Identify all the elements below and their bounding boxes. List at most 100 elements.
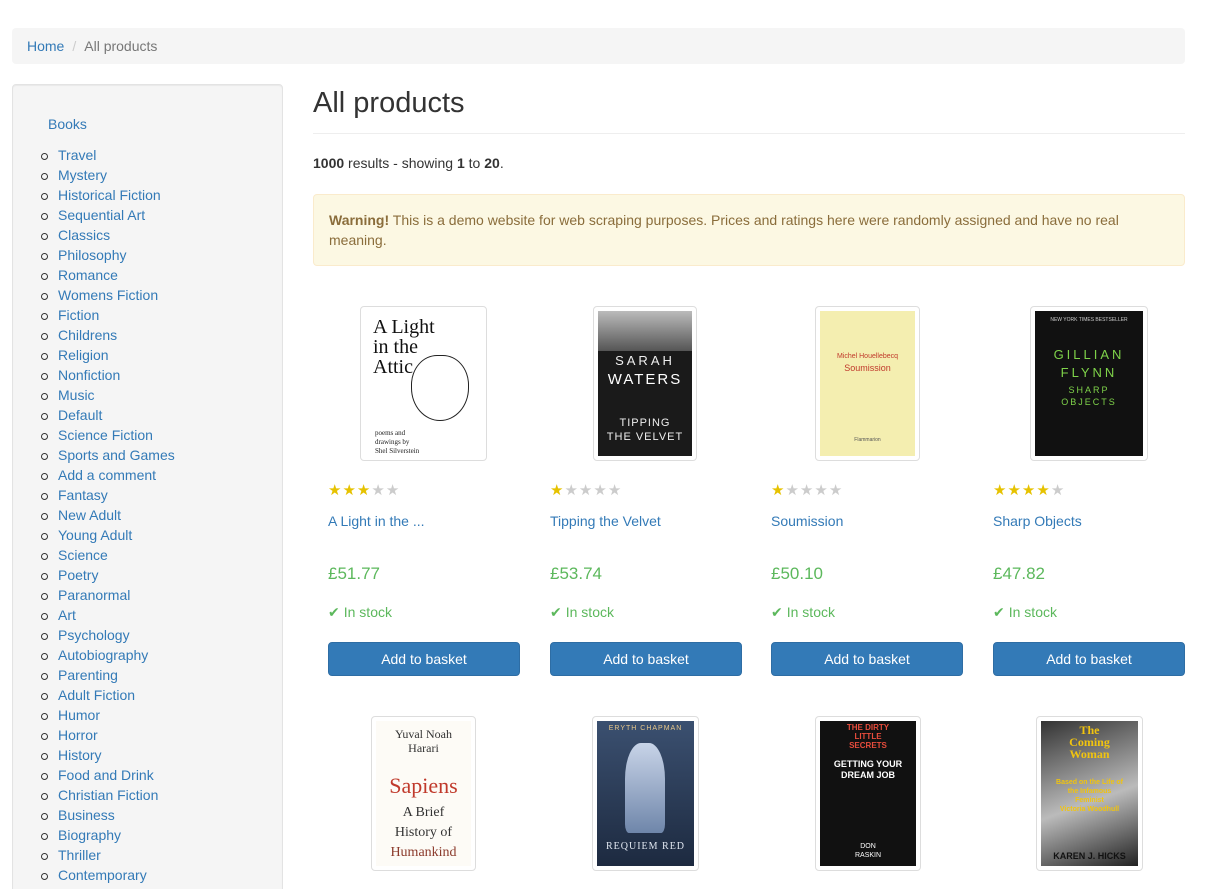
product-thumbnail[interactable]: THE DIRTY LITTLE SECRETS GETTING YOUR DREAM …	[815, 716, 921, 871]
book-cover-image: Michel Houellebecq Soumission Flammarion	[820, 311, 915, 456]
star-icon: ★	[1007, 482, 1022, 499]
star-icon: ★	[328, 482, 343, 499]
category-link-historical-fiction[interactable]: Historical Fiction	[58, 187, 161, 203]
category-link-religion[interactable]: Religion	[58, 347, 109, 363]
star-icon: ★	[1036, 482, 1051, 499]
category-item: Science Fiction	[41, 425, 175, 445]
category-link-psychology[interactable]: Psychology	[58, 627, 130, 643]
star-icon: ★	[371, 482, 386, 499]
category-link-sequential-art[interactable]: Sequential Art	[58, 207, 145, 223]
cover-text: THE VELVET	[606, 431, 684, 443]
category-link-childrens[interactable]: Childrens	[58, 327, 117, 343]
category-link-default[interactable]: Default	[58, 407, 102, 423]
product-title-link[interactable]: A Light in the ...	[328, 513, 520, 529]
product-thumbnail[interactable]: The Coming Woman Based on the Life of the In…	[1036, 716, 1143, 871]
category-link-adult-fiction[interactable]: Adult Fiction	[58, 687, 135, 703]
cover-text: Feminist	[1075, 797, 1104, 804]
category-link-womens-fiction[interactable]: Womens Fiction	[58, 287, 158, 303]
alert-text: This is a demo website for web scraping …	[329, 212, 1119, 248]
category-link-classics[interactable]: Classics	[58, 227, 110, 243]
category-link-history[interactable]: History	[58, 747, 102, 763]
category-item: Fiction	[41, 305, 175, 325]
category-link-philosophy[interactable]: Philosophy	[58, 247, 127, 263]
cover-text: DON	[860, 843, 876, 850]
star-rating: ★★★★★	[550, 481, 742, 499]
category-link-add-a-comment[interactable]: Add a comment	[58, 467, 156, 483]
category-link-business[interactable]: Business	[58, 807, 115, 823]
product-thumbnail[interactable]: Yuval Noah Harari Sapiens A Brief History of…	[371, 716, 476, 871]
category-item: Biography	[41, 825, 175, 845]
category-link-art[interactable]: Art	[58, 607, 76, 623]
category-link-paranormal[interactable]: Paranormal	[58, 587, 130, 603]
category-link-fiction[interactable]: Fiction	[58, 307, 99, 323]
category-link-food-and-drink[interactable]: Food and Drink	[58, 767, 154, 783]
category-link-science-fiction[interactable]: Science Fiction	[58, 427, 153, 443]
product-thumbnail[interactable]: ERYTH CHAPMAN REQUIEM RED	[592, 716, 699, 871]
category-item: Science	[41, 545, 175, 565]
add-to-basket-button[interactable]: Add to basket	[328, 642, 520, 676]
cover-text: LITTLE	[854, 732, 882, 741]
category-item: Food and Drink	[41, 765, 175, 785]
checkmark-icon: ✔	[550, 604, 562, 620]
category-link-thriller[interactable]: Thriller	[58, 847, 101, 863]
availability-status: ✔ In stock	[328, 604, 520, 621]
checkmark-icon: ✔	[771, 604, 783, 620]
cover-text: Victoria Woodhull	[1059, 806, 1120, 813]
product-thumbnail[interactable]: NEW YORK TIMES BESTSELLER GILLIAN FLYNN SHA…	[1030, 306, 1148, 461]
category-link-new-adult[interactable]: New Adult	[58, 507, 121, 523]
product-thumbnail[interactable]: Michel Houellebecq Soumission Flammarion	[815, 306, 920, 461]
cover-text: SHARP	[1068, 385, 1110, 395]
product-title-link[interactable]: Tipping the Velvet	[550, 513, 742, 529]
category-item: Nonfiction	[41, 365, 175, 385]
product-price: £50.10	[771, 564, 823, 583]
category-item: Paranormal	[41, 585, 175, 605]
product-thumbnail[interactable]: A Light in the Attic poems and drawings by Sh…	[360, 306, 487, 461]
product-thumbnail[interactable]: SARAH WATERS TIPPING THE VELVET	[593, 306, 697, 461]
cover-text: DREAM JOB	[840, 770, 895, 780]
star-icon: ★	[564, 482, 579, 499]
breadcrumb-home-link[interactable]: Home	[27, 38, 64, 54]
category-link-science[interactable]: Science	[58, 547, 108, 563]
category-item: Classics	[41, 225, 175, 245]
availability-text: In stock	[565, 604, 614, 620]
category-link-nonfiction[interactable]: Nonfiction	[58, 367, 120, 383]
category-link-sports-and-games[interactable]: Sports and Games	[58, 447, 175, 463]
category-item: Philosophy	[41, 245, 175, 265]
category-item: Sports and Games	[41, 445, 175, 465]
category-link-parenting[interactable]: Parenting	[58, 667, 118, 683]
results-text-1: results - showing	[344, 155, 457, 171]
category-item: Historical Fiction	[41, 185, 175, 205]
cover-text: RASKIN	[854, 852, 882, 859]
product-title-link[interactable]: Sharp Objects	[993, 513, 1185, 529]
category-link-romance[interactable]: Romance	[58, 267, 118, 283]
alert-label: Warning!	[329, 212, 390, 228]
availability-status: ✔ In stock	[993, 604, 1185, 621]
add-to-basket-button[interactable]: Add to basket	[550, 642, 742, 676]
cover-text: WATERS	[607, 371, 683, 388]
category-item: Psychology	[41, 625, 175, 645]
sidebar-root-books[interactable]: Books	[48, 116, 87, 132]
category-link-contemporary[interactable]: Contemporary	[58, 867, 147, 883]
category-link-poetry[interactable]: Poetry	[58, 567, 98, 583]
category-link-biography[interactable]: Biography	[58, 827, 121, 843]
cover-text: TIPPING	[619, 417, 671, 429]
category-link-fantasy[interactable]: Fantasy	[58, 487, 108, 503]
category-link-autobiography[interactable]: Autobiography	[58, 647, 148, 663]
add-to-basket-button[interactable]: Add to basket	[993, 642, 1185, 676]
product-title-link[interactable]: Soumission	[771, 513, 963, 529]
category-item: Contemporary	[41, 865, 175, 885]
add-to-basket-button[interactable]: Add to basket	[771, 642, 963, 676]
cover-text: NEW YORK TIMES BESTSELLER	[1050, 317, 1128, 323]
star-icon: ★	[550, 482, 565, 499]
category-link-mystery[interactable]: Mystery	[58, 167, 107, 183]
book-cover-image: A Light in the Attic poems and drawings by Sh…	[365, 311, 482, 456]
category-link-horror[interactable]: Horror	[58, 727, 98, 743]
category-link-young-adult[interactable]: Young Adult	[58, 527, 132, 543]
cover-text: drawings by	[375, 438, 410, 446]
cover-text: Michel Houellebecq	[836, 353, 899, 360]
category-link-humor[interactable]: Humor	[58, 707, 100, 723]
category-link-music[interactable]: Music	[58, 387, 95, 403]
cover-text: OBJECTS	[1061, 397, 1117, 407]
category-link-travel[interactable]: Travel	[58, 147, 96, 163]
category-link-christian-fiction[interactable]: Christian Fiction	[58, 787, 158, 803]
